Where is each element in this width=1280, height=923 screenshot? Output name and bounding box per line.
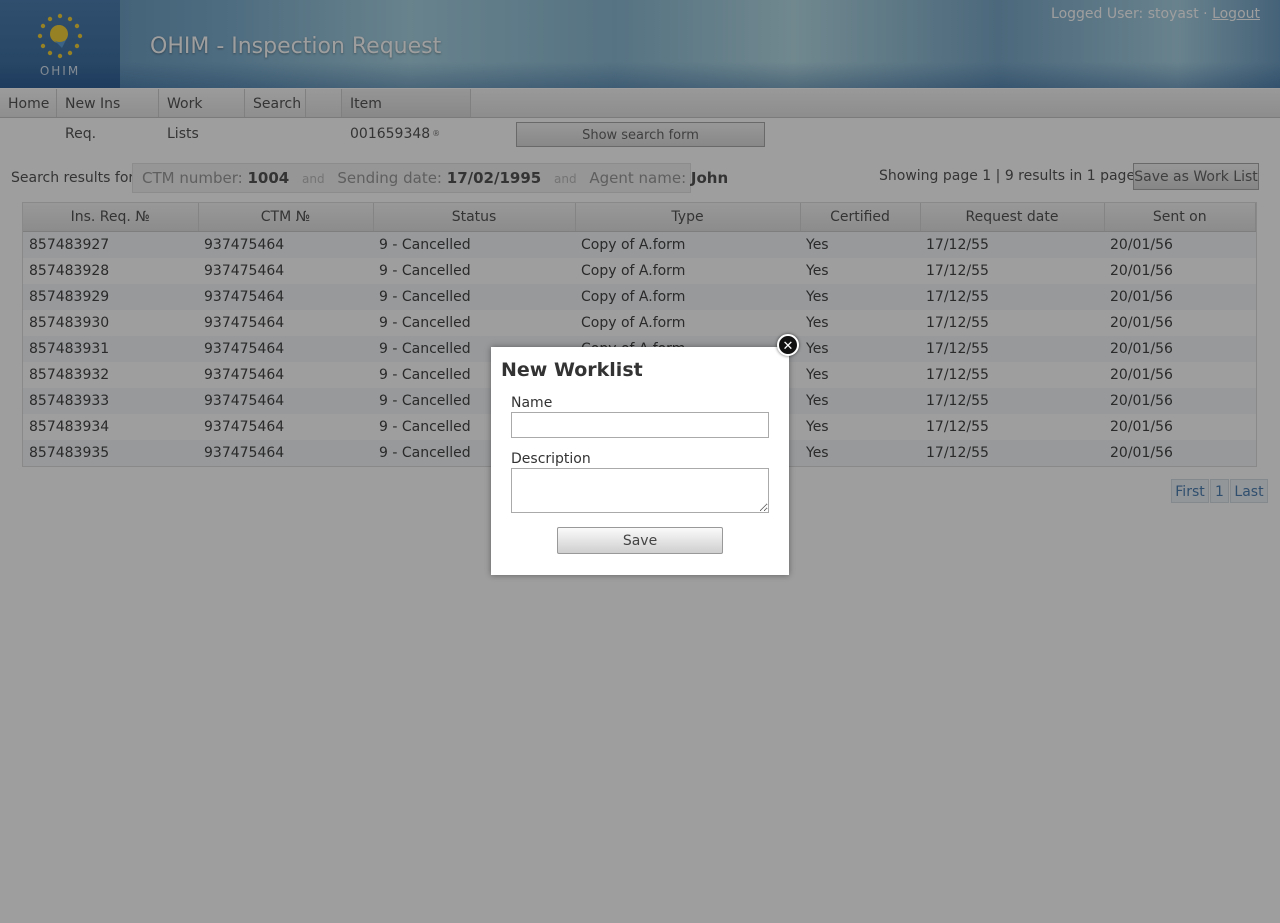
dialog-title: New Worklist — [501, 359, 643, 381]
save-button[interactable]: Save — [557, 527, 723, 554]
description-label: Description — [511, 451, 591, 467]
name-label: Name — [511, 395, 553, 411]
new-worklist-dialog: New Worklist Name Description Save — [491, 347, 789, 575]
description-textarea[interactable] — [511, 468, 769, 513]
name-input[interactable] — [511, 412, 769, 438]
close-icon[interactable]: ✕ — [777, 334, 799, 356]
